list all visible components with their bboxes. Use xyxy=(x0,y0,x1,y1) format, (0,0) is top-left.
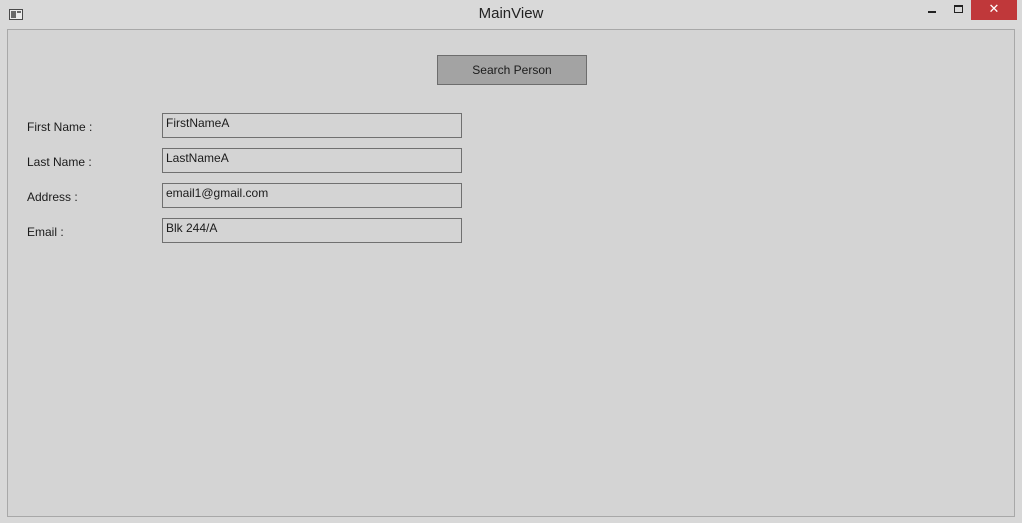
maximize-icon xyxy=(954,5,963,13)
address-label: Address : xyxy=(27,190,78,204)
address-input[interactable] xyxy=(162,183,462,208)
client-area: Search Person First Name : Last Name : A… xyxy=(7,29,1015,517)
maximize-button[interactable] xyxy=(945,0,971,20)
email-label: Email : xyxy=(27,225,64,239)
minimize-icon xyxy=(928,11,936,13)
close-button[interactable]: ✕ xyxy=(971,0,1017,20)
last-name-input[interactable] xyxy=(162,148,462,173)
title-bar[interactable]: MainView ✕ xyxy=(0,0,1022,29)
minimize-button[interactable] xyxy=(919,0,945,20)
search-person-button[interactable]: Search Person xyxy=(437,55,587,85)
last-name-label: Last Name : xyxy=(27,155,92,169)
window-title: MainView xyxy=(478,5,544,22)
close-icon: ✕ xyxy=(988,2,1000,17)
first-name-label: First Name : xyxy=(27,120,93,134)
first-name-input[interactable] xyxy=(162,113,462,138)
email-input[interactable] xyxy=(162,218,462,243)
main-window: MainView ✕ Search Person First Name : La… xyxy=(0,0,1022,523)
